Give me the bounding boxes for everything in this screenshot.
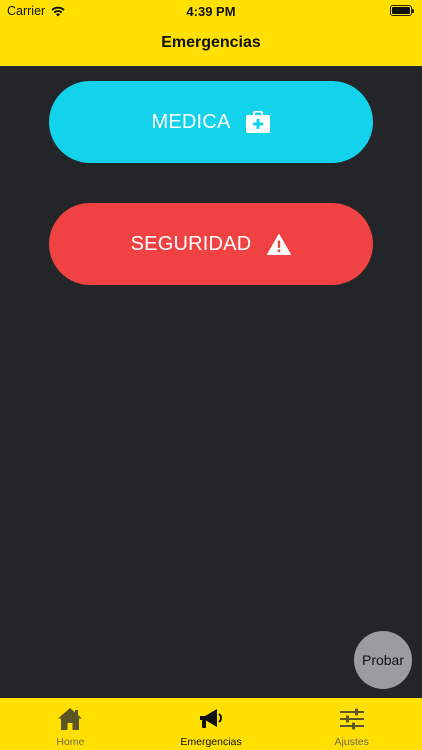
tab-home[interactable]: Home: [0, 698, 141, 750]
tab-home-label: Home: [56, 736, 85, 748]
megaphone-icon: [200, 709, 222, 728]
page-title: Emergencias: [161, 34, 261, 51]
tab-ajustes[interactable]: Ajustes: [281, 698, 422, 750]
first-aid-kit-icon: [246, 111, 271, 133]
header: Carrier 4:39 PM Emergencias: [0, 0, 422, 66]
seguridad-button-label: SEGURIDAD: [130, 232, 252, 255]
sliders-icon: [339, 708, 364, 730]
screen: Carrier 4:39 PM Emergencias MEDICA SEGUR…: [0, 0, 422, 750]
tab-emergencias[interactable]: Emergencias: [141, 698, 282, 750]
tab-bar: Home Emergencias Ajustes: [0, 698, 422, 750]
status-bar: Carrier 4:39 PM: [0, 0, 422, 22]
seguridad-button[interactable]: SEGURIDAD: [49, 203, 373, 285]
warning-triangle-icon: [267, 233, 292, 255]
home-icon: [58, 708, 83, 730]
medica-button[interactable]: MEDICA: [49, 81, 373, 163]
probar-button[interactable]: Probar: [354, 631, 412, 689]
tab-ajustes-label: Ajustes: [334, 736, 369, 748]
tab-emergencias-label: Emergencias: [180, 736, 242, 748]
medica-button-label: MEDICA: [151, 110, 231, 133]
status-time: 4:39 PM: [186, 4, 236, 19]
battery-icon: [390, 5, 414, 16]
